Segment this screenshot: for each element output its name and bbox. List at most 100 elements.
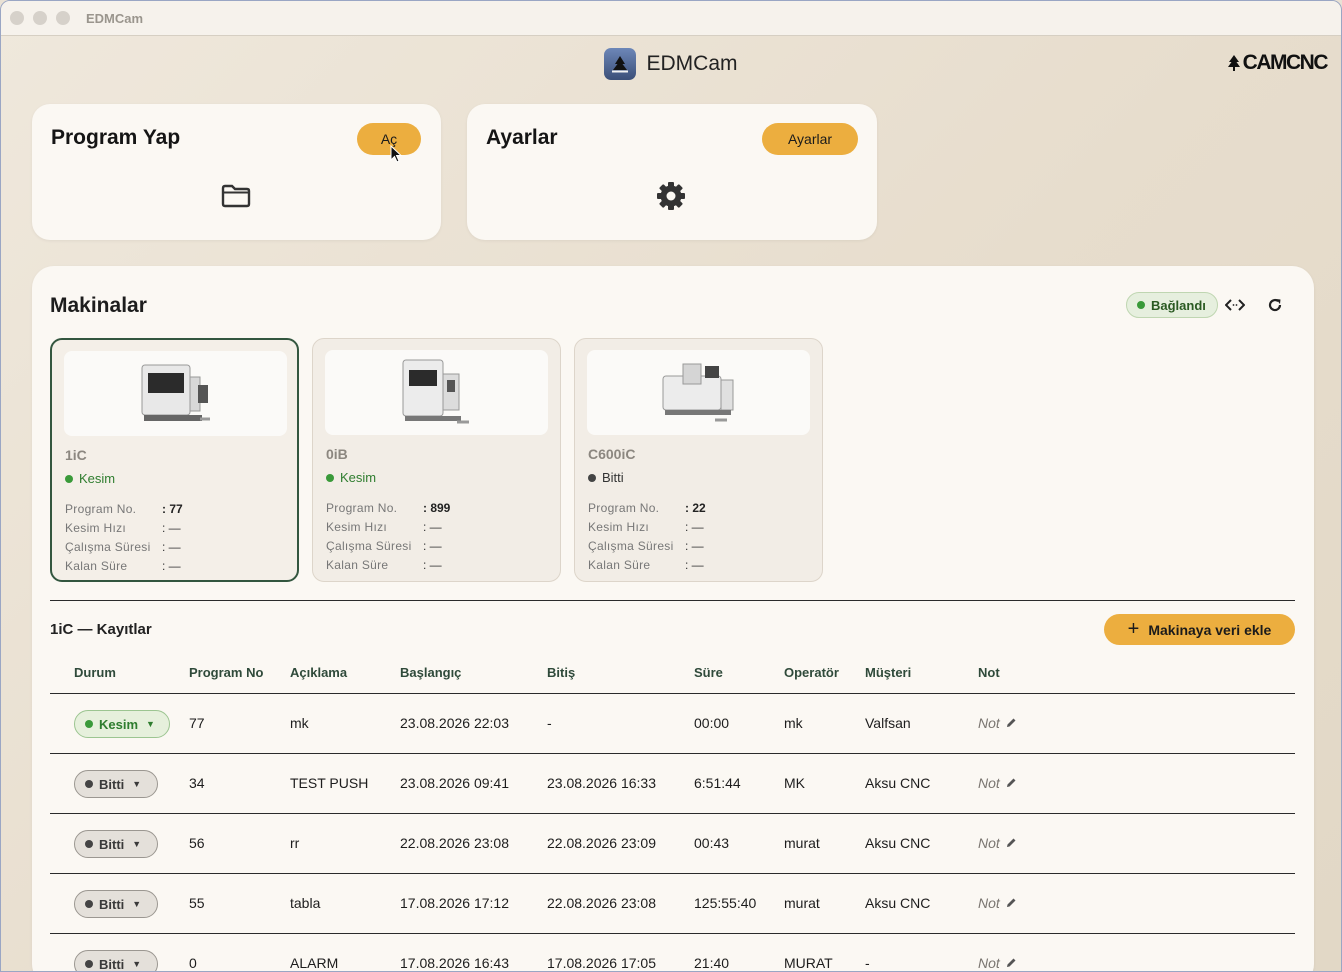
table-row[interactable]: Kesim ▼ 77 mk 23.08.2026 22:03 - 00:00 mk Valfsa…: [50, 693, 1295, 753]
note-edit-button[interactable]: Not: [978, 775, 1017, 791]
cell-operator: murat: [784, 835, 820, 851]
info-value: : 77: [162, 501, 183, 516]
minimize-window-button[interactable]: [33, 11, 47, 25]
column-header[interactable]: Başlangıç: [400, 665, 461, 680]
status-dropdown[interactable]: Bitti ▼: [74, 890, 158, 918]
connection-status-badge: Bağlandı: [1126, 292, 1218, 318]
section-divider: [50, 600, 1295, 601]
cell-duration: 21:40: [694, 955, 730, 971]
table-header: Durum Program No Açıklama Başlangıç Biti…: [50, 665, 1295, 693]
cell-start: 23.08.2026 09:41: [400, 775, 509, 791]
cell-program-no: 34: [189, 775, 205, 791]
cell-end: 22.08.2026 23:09: [547, 835, 656, 851]
add-machine-data-label: Makinaya veri ekle: [1148, 621, 1272, 638]
cell-duration: 125:55:40: [694, 895, 757, 911]
cell-operator: MURAT: [784, 955, 833, 971]
note-label: Not: [978, 715, 1000, 731]
status-dot-icon: [85, 780, 93, 788]
info-label: Kesim Hızı: [326, 519, 388, 534]
note-edit-button[interactable]: Not: [978, 955, 1017, 971]
column-header[interactable]: Durum: [74, 665, 116, 680]
cell-desc: mk: [290, 715, 309, 731]
status-dropdown[interactable]: Bitti ▼: [74, 830, 158, 858]
note-edit-button[interactable]: Not: [978, 835, 1017, 851]
machine-info: Program No.: 77 Kesim Hızı: — Çalışma Sü…: [65, 499, 183, 575]
window-title: EDMCam: [86, 10, 144, 26]
info-value: : —: [423, 538, 442, 553]
cell-end: 22.08.2026 23:08: [547, 895, 656, 911]
column-header[interactable]: Müşteri: [865, 665, 911, 680]
note-edit-button[interactable]: Not: [978, 895, 1017, 911]
app-header: EDMCam CAMCNC: [1, 36, 1341, 91]
table-row[interactable]: Bitti ▼ 34 TEST PUSH 23.08.2026 09:41 23.08.2…: [50, 753, 1295, 813]
refresh-icon[interactable]: [1263, 293, 1287, 317]
table-row[interactable]: Bitti ▼ 56 rr 22.08.2026 23:08 22.08.2026 23:…: [50, 813, 1295, 873]
app-title: EDMCam: [646, 51, 738, 75]
close-window-button[interactable]: [10, 11, 24, 25]
column-header[interactable]: Açıklama: [290, 665, 347, 680]
chevron-down-icon: ▼: [132, 839, 142, 849]
info-label: Kalan Süre: [65, 558, 128, 573]
settings-card: Ayarlar Ayarlar: [467, 104, 877, 240]
note-label: Not: [978, 835, 1000, 851]
records-title: 1iC — Kayıtlar: [50, 621, 152, 638]
machine-image: [325, 350, 548, 435]
machine-status: Kesim: [65, 471, 115, 486]
machine-card-1iC[interactable]: 1iC Kesim Program No.: 77 Kesim Hızı: — …: [50, 338, 299, 582]
column-header[interactable]: Operatör: [784, 665, 839, 680]
open-program-button[interactable]: Aç: [357, 123, 421, 155]
info-label: Program No.: [65, 501, 137, 516]
machine-card-0iB[interactable]: 0iB Kesim Program No.: 899 Kesim Hızı: —…: [312, 338, 561, 582]
settings-button[interactable]: Ayarlar: [762, 123, 858, 155]
table-row[interactable]: Bitti ▼ 55 tabla 17.08.2026 17:12 22.08.2026 …: [50, 873, 1295, 933]
status-dropdown[interactable]: Kesim ▼: [74, 710, 170, 738]
info-label: Kalan Süre: [326, 557, 389, 572]
machine-info: Program No.: 22 Kesim Hızı: — Çalışma Sü…: [588, 498, 706, 574]
note-label: Not: [978, 895, 1000, 911]
cell-start: 17.08.2026 17:12: [400, 895, 509, 911]
table-row[interactable]: Bitti ▼ 0 ALARM 17.08.2026 16:43 17.08.2026 1…: [50, 933, 1295, 971]
cell-program-no: 56: [189, 835, 205, 851]
info-label: Program No.: [326, 500, 398, 515]
status-dropdown[interactable]: Bitti ▼: [74, 770, 158, 798]
machine-image: [64, 351, 287, 436]
machine-card-C600iC[interactable]: C600iC Bitti Program No.: 22 Kesim Hızı:…: [574, 338, 823, 582]
machines-panel: Makinalar Bağlandı 1iC Kesim Program No.…: [32, 266, 1314, 971]
column-header[interactable]: Program No: [189, 665, 263, 680]
cell-customer: Valfsan: [865, 715, 911, 731]
folder-icon: [221, 184, 251, 213]
status-label: Bitti: [99, 896, 125, 912]
status-dot-icon: [588, 473, 596, 482]
cell-duration: 00:00: [694, 715, 730, 731]
info-value: : —: [685, 519, 704, 534]
cell-customer: Aksu CNC: [865, 835, 931, 851]
status-dropdown[interactable]: Bitti ▼: [74, 950, 158, 971]
note-edit-button[interactable]: Not: [978, 715, 1017, 731]
cell-customer: Aksu CNC: [865, 775, 931, 791]
info-value: : —: [685, 538, 704, 553]
zoom-window-button[interactable]: [56, 11, 70, 25]
cell-operator: murat: [784, 895, 820, 911]
machine-name: 0iB: [326, 446, 348, 462]
column-header[interactable]: Süre: [694, 665, 723, 680]
machine-status: Kesim: [326, 470, 376, 485]
info-value: : —: [423, 557, 442, 572]
chevron-down-icon: ▼: [132, 899, 142, 909]
status-dot-icon: [85, 960, 93, 968]
cell-duration: 00:43: [694, 835, 730, 851]
cell-end: 23.08.2026 16:33: [547, 775, 656, 791]
machine-status-label: Bitti: [602, 470, 624, 485]
info-value: : 22: [685, 500, 706, 515]
cell-end: -: [547, 715, 552, 731]
cell-program-no: 77: [189, 715, 205, 731]
code-toggle-icon[interactable]: [1223, 293, 1247, 317]
info-value: : —: [685, 557, 704, 572]
app-logo-icon: [604, 47, 637, 80]
pencil-icon: [1006, 718, 1016, 727]
note-label: Not: [978, 775, 1000, 791]
status-dot-icon: [85, 900, 93, 908]
info-value: : —: [162, 558, 181, 573]
column-header[interactable]: Bitiş: [547, 665, 575, 680]
add-machine-data-button[interactable]: + Makinaya veri ekle: [1104, 614, 1295, 645]
column-header[interactable]: Not: [978, 665, 1000, 680]
